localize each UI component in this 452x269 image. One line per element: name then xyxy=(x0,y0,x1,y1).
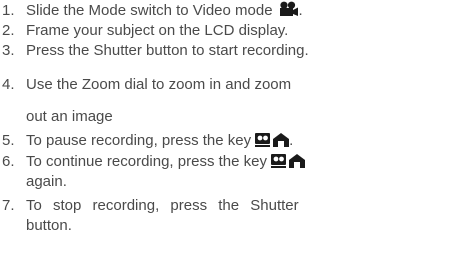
step-number: 2. xyxy=(2,22,15,39)
step-suffix: . xyxy=(289,132,294,149)
step-number: 4. xyxy=(2,76,15,93)
step-suffix: . xyxy=(298,2,303,19)
step-number: 1. xyxy=(2,2,15,19)
step-text: Use the Zoom dial to zoom in and zoom xyxy=(26,76,292,93)
step-text: Frame your subject on the LCD display. xyxy=(26,22,289,39)
list-item: 2. Frame your subject on the LCD display… xyxy=(0,21,452,41)
step-number: 3. xyxy=(2,42,15,59)
step-continuation: button. xyxy=(26,217,72,234)
step-text: Slide the Mode switch to Video mode xyxy=(26,2,273,19)
list-item: 6. To continue recording, press the key xyxy=(0,152,452,172)
list-item: 7. To stop recording, press the Shutter xyxy=(0,196,452,216)
step-text: To pause recording, press the key xyxy=(26,132,252,149)
list-item: 1. Slide the Mode switch to Video mode. xyxy=(0,1,452,21)
step-continuation: out an image xyxy=(26,108,113,125)
step-number: 6. xyxy=(2,153,15,170)
step-number: 5. xyxy=(2,132,15,149)
list-item: 5. To pause recording, press the key. xyxy=(0,131,452,151)
step-text: To continue recording, press the key xyxy=(26,153,267,170)
step-number: 7. xyxy=(2,197,15,214)
list-item: 4. Use the Zoom dial to zoom in and zoom xyxy=(0,75,452,95)
list-item: 3. Press the Shutter button to start rec… xyxy=(0,41,452,61)
pause-key-icon xyxy=(255,132,290,153)
pause-key-icon xyxy=(270,153,305,174)
step-continuation: again. xyxy=(26,173,67,190)
step-text: Press the Shutter button to start record… xyxy=(26,42,309,59)
video-camera-icon xyxy=(277,1,299,23)
step-text: To stop recording, press the Shutter xyxy=(26,197,299,214)
